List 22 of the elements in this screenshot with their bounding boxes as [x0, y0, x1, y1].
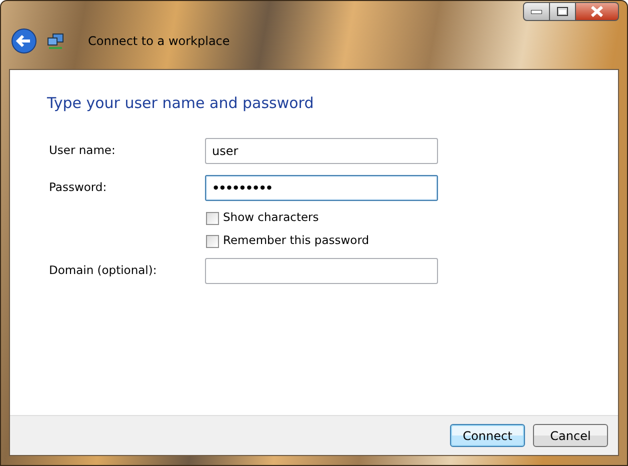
maximize-icon	[557, 7, 568, 16]
checkbox[interactable]	[206, 212, 219, 224]
checkbox[interactable]	[206, 234, 219, 248]
back-icon[interactable]	[11, 28, 37, 54]
field-label: User name:	[48, 142, 116, 160]
password-field[interactable]: •••••••••	[205, 175, 438, 201]
maximize-button[interactable]	[550, 2, 576, 21]
network-icon	[47, 32, 64, 50]
close-button[interactable]	[576, 2, 619, 21]
dialog-button[interactable]: Cancel	[533, 424, 608, 447]
field-label: Password:	[48, 179, 108, 196]
dialog-button[interactable]: Connect	[450, 424, 525, 447]
minimize-icon	[531, 10, 542, 14]
page-heading: Type your user name and password	[47, 93, 315, 114]
field-label: Domain (optional):	[48, 262, 158, 280]
checkbox-label[interactable]: Show characters	[223, 209, 319, 227]
minimize-button[interactable]	[523, 2, 550, 21]
checkbox-label[interactable]: Remember this password	[223, 232, 370, 250]
input-field[interactable]: user	[205, 138, 438, 164]
close-icon	[591, 6, 603, 17]
input-field[interactable]	[205, 258, 438, 284]
window-title: Connect to a workplace	[88, 33, 230, 50]
